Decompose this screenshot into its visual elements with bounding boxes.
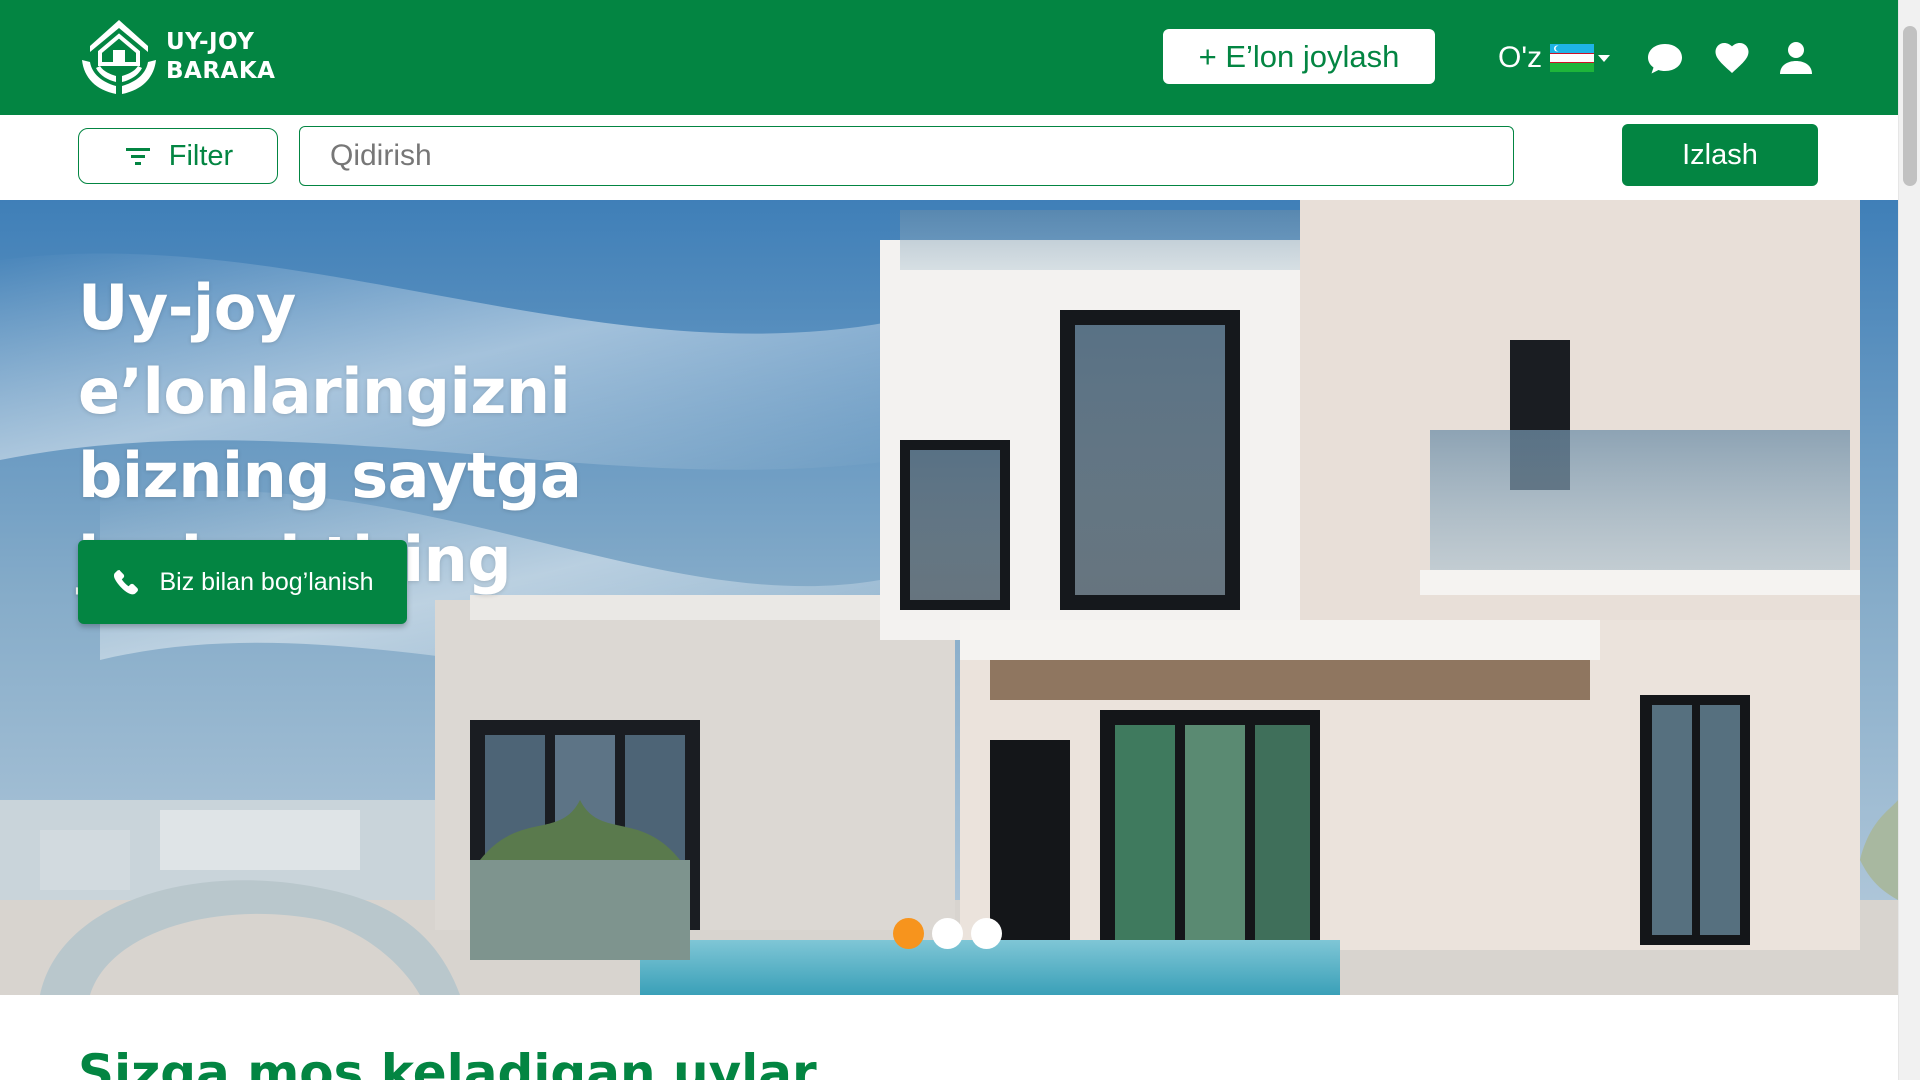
page: UY-JOY BARAKA + E’lon joylash O'z Filter… [0, 0, 1920, 1080]
uzbekistan-flag-icon [1550, 44, 1595, 72]
contact-us-label: Biz bilan bog’lanish [159, 567, 374, 596]
contact-us-button[interactable]: Biz bilan bog’lanish [78, 540, 407, 624]
chevron-down-icon [1598, 54, 1611, 62]
carousel-dot-1[interactable] [893, 918, 924, 949]
search-input[interactable] [299, 126, 1514, 186]
top-header: UY-JOY BARAKA + E’lon joylash O'z [0, 0, 1898, 115]
phone-icon [114, 570, 139, 595]
post-ad-button[interactable]: + E’lon joylash [1163, 29, 1435, 84]
hero-banner: Uy-joy e’lonlaringizni bizning saytga jo… [0, 200, 1898, 995]
recommended-homes-title: Sizga mos keladigan uylar [78, 1044, 817, 1080]
filter-button[interactable]: Filter [78, 128, 278, 184]
site-logo[interactable]: UY-JOY BARAKA [78, 16, 278, 98]
logo-line-1: UY-JOY [166, 29, 255, 55]
search-submit-button[interactable]: Izlash [1622, 124, 1818, 186]
logo-line-2: BARAKA [166, 58, 276, 84]
language-label: O'z [1498, 41, 1543, 74]
language-selector[interactable]: O'z [1498, 38, 1611, 78]
carousel-dot-2[interactable] [932, 918, 963, 949]
scrollbar-thumb[interactable] [1903, 26, 1917, 186]
filter-icon [125, 148, 150, 165]
carousel-dot-3[interactable] [971, 918, 1002, 949]
heart-icon[interactable] [1712, 38, 1752, 78]
page-scrollbar[interactable] [1898, 0, 1920, 1080]
logo-text: UY-JOY BARAKA [166, 28, 275, 86]
carousel-dots [893, 918, 1002, 949]
search-bar: Filter Izlash [0, 115, 1898, 200]
house-hands-logo-icon [82, 20, 156, 94]
user-icon[interactable] [1776, 38, 1816, 78]
chat-bubble-icon[interactable] [1645, 38, 1685, 78]
filter-label: Filter [168, 139, 234, 172]
